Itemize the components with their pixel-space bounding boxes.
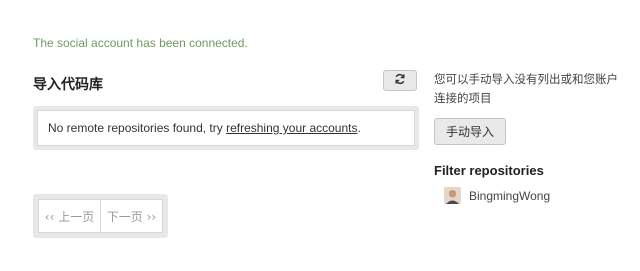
prev-page-button[interactable]: ‹‹ 上一页 [39,200,100,232]
account-filter-item[interactable]: BingmingWong [444,187,550,204]
pagination: ‹‹ 上一页 下一页 ›› [38,199,163,233]
next-page-button[interactable]: 下一页 ›› [100,200,162,232]
manual-import-description: 您可以手动导入没有列出或和您账户连接的项目 [434,72,618,105]
flash-message: The social account has been connected. [33,36,248,50]
filter-heading: Filter repositories [434,163,544,178]
notice-text: No remote repositories found, try [48,121,227,135]
avatar-icon [444,187,461,204]
refresh-accounts-link[interactable]: refreshing your accounts [226,121,357,135]
notice-panel: No remote repositories found, try refres… [33,106,419,150]
pagination-panel: ‹‹ 上一页 下一页 ›› [33,194,168,238]
account-name: BingmingWong [469,188,551,203]
empty-notice: No remote repositories found, try refres… [37,110,415,146]
refresh-button[interactable] [383,70,417,91]
page-title: 导入代码库 [33,77,103,93]
manual-import-button[interactable]: 手动导入 [434,118,506,145]
notice-suffix: . [357,121,361,135]
refresh-icon [394,72,406,90]
